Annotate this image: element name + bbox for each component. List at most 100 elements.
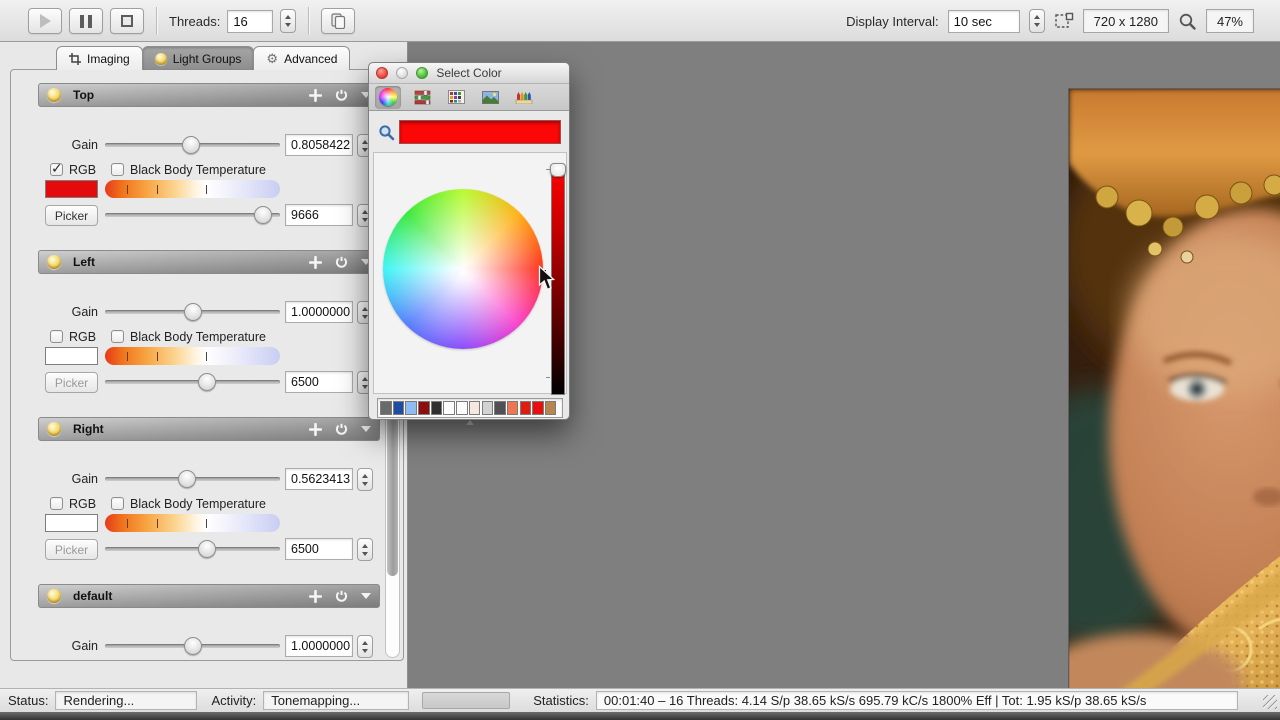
black-body-checkbox[interactable]: [111, 497, 124, 510]
group-header[interactable]: default: [38, 584, 380, 608]
color-loupe-button[interactable]: [376, 122, 396, 142]
tab-label: Light Groups: [173, 52, 242, 66]
temperature-slider[interactable]: [105, 370, 280, 394]
display-interval-stepper[interactable]: [1029, 9, 1045, 33]
gain-value[interactable]: 1.0000000: [285, 635, 353, 657]
add-group-icon[interactable]: [309, 89, 322, 102]
temperature-stepper[interactable]: [357, 538, 373, 561]
color-swatch[interactable]: [456, 401, 468, 415]
statistics-label: Statistics:: [533, 693, 589, 708]
play-button[interactable]: [28, 8, 62, 34]
color-swatch[interactable]: [520, 401, 532, 415]
minimize-icon[interactable]: [396, 67, 408, 79]
rgb-checkbox[interactable]: [50, 330, 63, 343]
light-bulb-icon: [47, 422, 61, 436]
picker-button[interactable]: Picker: [45, 372, 98, 393]
copy-button[interactable]: [321, 8, 355, 34]
display-interval-input[interactable]: [948, 10, 1020, 33]
gain-value[interactable]: 0.5623413: [285, 468, 353, 490]
picker-button[interactable]: Picker: [45, 539, 98, 560]
color-swatch[interactable]: [494, 401, 506, 415]
color-swatch[interactable]: [431, 401, 443, 415]
color-swatch[interactable]: [482, 401, 494, 415]
zoom-magnifier-icon[interactable]: [1178, 12, 1197, 31]
pause-button[interactable]: [69, 8, 103, 34]
tab-light-groups[interactable]: Light Groups: [142, 46, 255, 70]
color-swatch[interactable]: [443, 401, 455, 415]
rgb-checkbox[interactable]: [50, 497, 63, 510]
zoom-window-icon[interactable]: [416, 67, 428, 79]
power-icon[interactable]: [335, 590, 348, 603]
group-color-swatch[interactable]: [45, 514, 98, 532]
add-group-icon[interactable]: [309, 423, 322, 436]
gain-label: Gain: [54, 639, 98, 653]
swatch-tray: [377, 398, 563, 418]
color-sliders-mode-button[interactable]: [409, 86, 435, 109]
panel-tabbar: Imaging Light Groups ⚙ Advanced: [56, 46, 349, 70]
black-body-checkbox[interactable]: [111, 330, 124, 343]
black-body-gradient: [105, 514, 280, 532]
color-swatch[interactable]: [380, 401, 392, 415]
threads-input[interactable]: [227, 10, 273, 33]
resolution-display[interactable]: 720 x 1280: [1083, 9, 1169, 33]
gain-stepper[interactable]: [357, 468, 373, 491]
tray-resize-handle[interactable]: [466, 420, 474, 425]
temperature-slider[interactable]: [105, 203, 280, 227]
window-resize-grip[interactable]: [1263, 695, 1277, 709]
color-swatch[interactable]: [545, 401, 557, 415]
chevron-down-icon[interactable]: [361, 593, 371, 599]
brightness-slider-thumb[interactable]: [550, 163, 566, 177]
chevron-down-icon[interactable]: [361, 426, 371, 432]
light-group-left: Left Gain 1.0000000 RGB Black Body Tempe…: [38, 250, 380, 400]
gain-slider[interactable]: [105, 300, 280, 324]
color-swatch[interactable]: [532, 401, 544, 415]
gain-slider[interactable]: [105, 133, 280, 157]
gain-value[interactable]: 1.0000000: [285, 301, 353, 323]
status-label: Status:: [8, 693, 48, 708]
add-group-icon[interactable]: [309, 256, 322, 269]
mouse-cursor: [538, 265, 556, 292]
dialog-titlebar[interactable]: Select Color: [369, 63, 569, 84]
tab-imaging[interactable]: Imaging: [56, 46, 143, 70]
dialog-title: Select Color: [436, 66, 501, 80]
color-swatch[interactable]: [418, 401, 430, 415]
group-header[interactable]: Right: [38, 417, 380, 441]
add-group-icon[interactable]: [309, 590, 322, 603]
color-palettes-mode-button[interactable]: [443, 86, 469, 109]
power-icon[interactable]: [335, 256, 348, 269]
crayons-mode-button[interactable]: [511, 86, 537, 109]
power-icon[interactable]: [335, 89, 348, 102]
black-body-checkbox[interactable]: [111, 163, 124, 176]
close-icon[interactable]: [376, 67, 388, 79]
color-wheel-mode-button[interactable]: [375, 86, 401, 109]
group-color-swatch[interactable]: [45, 347, 98, 365]
tab-advanced[interactable]: ⚙ Advanced: [253, 46, 350, 70]
gain-slider[interactable]: [105, 634, 280, 658]
color-swatch[interactable]: [393, 401, 405, 415]
color-swatch[interactable]: [469, 401, 481, 415]
temperature-slider[interactable]: [105, 537, 280, 561]
light-group-top: Top Gain 0.8058422 RGB Black Body Temper…: [38, 83, 380, 233]
gain-slider[interactable]: [105, 467, 280, 491]
group-color-swatch[interactable]: [45, 180, 98, 198]
picker-button[interactable]: Picker: [45, 205, 98, 226]
image-icon: [482, 91, 499, 104]
color-wheel[interactable]: [383, 189, 543, 349]
color-swatch[interactable]: [507, 401, 519, 415]
group-header[interactable]: Top: [38, 83, 380, 107]
temperature-value[interactable]: 9666: [285, 204, 353, 226]
rgb-checkbox[interactable]: [50, 163, 63, 176]
color-swatch[interactable]: [405, 401, 417, 415]
region-select-icon[interactable]: [1054, 12, 1074, 30]
temperature-value[interactable]: 6500: [285, 538, 353, 560]
power-icon[interactable]: [335, 423, 348, 436]
threads-stepper[interactable]: [280, 9, 296, 33]
gain-value[interactable]: 0.8058422: [285, 134, 353, 156]
group-header[interactable]: Left: [38, 250, 380, 274]
gain-stepper[interactable]: [357, 635, 373, 658]
stop-button[interactable]: [110, 8, 144, 34]
temperature-value[interactable]: 6500: [285, 371, 353, 393]
zoom-percent-display[interactable]: 47%: [1206, 9, 1254, 33]
image-palettes-mode-button[interactable]: [477, 86, 503, 109]
black-body-label: Black Body Temperature: [130, 497, 266, 511]
